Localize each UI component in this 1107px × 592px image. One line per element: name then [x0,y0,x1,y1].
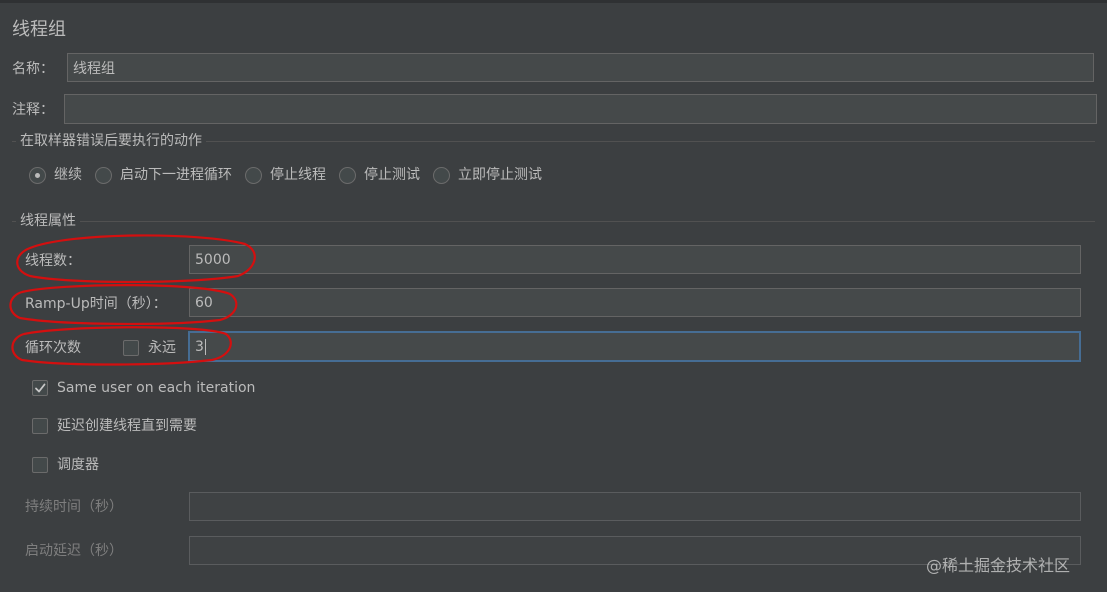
annotation-circle-loop-count [11,326,232,366]
thread-group-panel: 线程组 名称： 线程组 注释： 在取样器错误后要执行的动作 继续 启动下一进程循… [0,0,1107,592]
annotation-circle-threads [16,234,256,284]
red-annotation-overlay [9,234,256,366]
watermark: @稀土掘金技术社区 [926,556,1071,575]
annotation-circle-ramp-up [9,284,238,326]
